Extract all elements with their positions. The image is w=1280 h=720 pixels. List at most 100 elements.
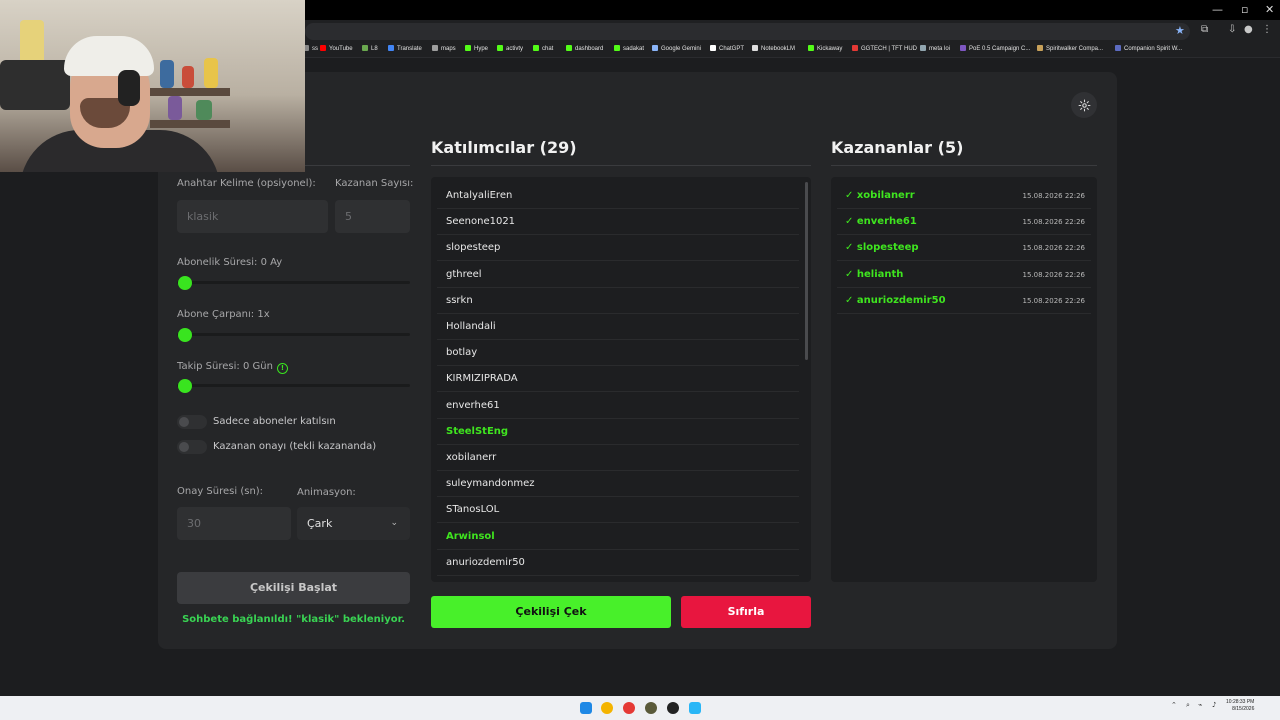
bookmark-item[interactable]: chat: [533, 45, 553, 52]
bookmark-label: Spiritwalker Compa...: [1046, 46, 1104, 52]
bookmark-label: NotebookLM: [761, 46, 796, 52]
sub-duration-slider[interactable]: [177, 281, 410, 284]
bookmark-favicon-icon: [465, 45, 471, 51]
app-icon[interactable]: [623, 702, 635, 714]
winner-date: 15.08.2026 22:26: [1022, 192, 1085, 200]
participant-row[interactable]: anuriozdemir50: [437, 550, 799, 576]
follow-duration-slider-handle[interactable]: [178, 379, 192, 393]
winner-confirm-toggle[interactable]: [177, 440, 207, 454]
bookmark-item[interactable]: maps: [432, 45, 456, 52]
participant-row[interactable]: suleymandonmez: [437, 471, 799, 498]
participant-row[interactable]: botlay: [437, 340, 799, 367]
chevron-up-icon[interactable]: ⌃: [1171, 701, 1177, 709]
mic-icon[interactable]: ⌕: [1186, 701, 1190, 710]
winner-row: ✓ helianth 15.08.2026 22:26: [837, 262, 1091, 288]
menu-icon[interactable]: ⋮: [1262, 24, 1272, 35]
bookmark-item[interactable]: ss: [303, 45, 318, 52]
bookmark-item[interactable]: sadakat: [614, 45, 644, 52]
bookmark-label: sadakat: [623, 46, 645, 52]
bookmark-item[interactable]: NotebookLM: [752, 45, 795, 52]
streamer-cap: [64, 36, 154, 76]
participant-row[interactable]: STanosLOL: [437, 497, 799, 524]
app-icon[interactable]: [667, 702, 679, 714]
webcam-shelf: [150, 88, 230, 96]
winner-date: 15.08.2026 22:26: [1022, 296, 1085, 305]
clock[interactable]: 10:28:33 PM 8/15/2026: [1226, 699, 1254, 713]
bookmark-item[interactable]: Companion Spirit W...: [1115, 45, 1182, 52]
bookmark-item[interactable]: GGTECH | TFT HUD: [852, 45, 917, 52]
bookmark-item[interactable]: Kickaway: [808, 45, 842, 52]
participants-list[interactable]: AntalyaliEren Seenone1021 slopesteep gthree…: [431, 177, 811, 582]
bookmark-label: Kickaway: [817, 46, 843, 52]
maximize-icon[interactable]: ▫: [1241, 3, 1248, 16]
network-icon[interactable]: ⌁: [1198, 701, 1202, 709]
status-message: Sohbete bağlanıldı! "klasik" bekleniyor.: [182, 614, 405, 625]
info-icon[interactable]: !: [276, 363, 288, 374]
bookmark-favicon-icon: [533, 45, 539, 51]
bookmark-item[interactable]: activty: [497, 45, 523, 52]
participant-row[interactable]: ssrkn: [437, 288, 799, 314]
participant-row[interactable]: Arwinsol: [437, 524, 799, 550]
participant-row[interactable]: slopesteep: [437, 235, 799, 262]
bookmark-label: L8: [371, 46, 378, 52]
bookmark-item[interactable]: Spiritwalker Compa...: [1037, 45, 1103, 52]
figurine: [196, 100, 212, 120]
bookmark-item[interactable]: meta loi: [920, 45, 950, 52]
reset-button[interactable]: Sıfırla: [681, 596, 811, 628]
app-icon[interactable]: [645, 702, 657, 714]
participant-row[interactable]: Hollandali: [437, 314, 799, 340]
bookmark-favicon-icon: [362, 45, 368, 51]
minimize-icon[interactable]: —: [1212, 3, 1223, 16]
bookmark-star-icon[interactable]: ★: [1175, 24, 1185, 37]
headset: [118, 70, 140, 106]
bookmark-item[interactable]: dashboard: [566, 45, 603, 52]
figurine: [204, 58, 218, 88]
winner-count-label: Kazanan Sayısı:: [335, 178, 414, 189]
start-menu-icon[interactable]: [580, 702, 592, 714]
confirm-time-input[interactable]: 30: [177, 507, 291, 540]
keyword-label: Anahtar Kelime (opsiyonel):: [177, 178, 316, 189]
bookmark-label: activty: [506, 46, 524, 52]
participant-row[interactable]: enverhe61: [437, 393, 799, 419]
bookmark-favicon-icon: [808, 45, 814, 51]
clock-time: 10:28:33 PM: [1226, 699, 1255, 705]
bookmark-item[interactable]: PoE 0.5 Campaign C...: [960, 45, 1030, 52]
sub-multiplier-slider-handle[interactable]: [178, 328, 192, 342]
participants-scrollbar[interactable]: [805, 182, 808, 360]
close-icon[interactable]: ✕: [1265, 3, 1274, 16]
app-icon[interactable]: [689, 702, 701, 714]
start-giveaway-button[interactable]: Çekilişi Başlat: [177, 572, 410, 604]
figurine: [182, 66, 194, 88]
confirm-time-label: Onay Süresi (sn):: [177, 486, 264, 497]
participant-row[interactable]: Seenone1021: [437, 209, 799, 236]
bookmark-item[interactable]: Translate: [388, 45, 422, 52]
profile-icon[interactable]: ●: [1244, 24, 1253, 35]
follow-duration-slider[interactable]: [177, 384, 410, 387]
participant-row[interactable]: AntalyaliEren: [437, 183, 799, 209]
bookmark-item[interactable]: ChatGPT: [710, 45, 744, 52]
bookmark-favicon-icon: [497, 45, 503, 51]
bookmark-item[interactable]: L8: [362, 45, 378, 52]
extensions-icon[interactable]: ⧉: [1201, 24, 1208, 35]
download-icon[interactable]: ⇩: [1228, 24, 1236, 35]
winner-count-input[interactable]: 5: [335, 200, 410, 233]
sub-duration-slider-handle[interactable]: [178, 276, 192, 290]
sub-multiplier-slider[interactable]: [177, 333, 410, 336]
participant-row[interactable]: SteelStEng: [437, 419, 799, 445]
url-field[interactable]: [305, 23, 1190, 40]
draw-button[interactable]: Çekilişi Çek: [431, 596, 671, 628]
settings-button[interactable]: [1071, 92, 1097, 118]
winners-title: Kazananlar (5): [831, 138, 964, 157]
participant-row[interactable]: gthreel: [437, 262, 799, 288]
volume-icon[interactable]: ♪: [1212, 701, 1216, 709]
subs-only-toggle[interactable]: [177, 415, 207, 429]
bookmark-item[interactable]: Google Gemini: [652, 45, 701, 52]
animation-select[interactable]: Çark ⌄: [297, 507, 410, 540]
participant-row[interactable]: KIRMIZIPRADA: [437, 366, 799, 393]
participants-divider: [431, 165, 811, 166]
bookmark-item[interactable]: YouTube: [320, 45, 353, 52]
chrome-icon[interactable]: [601, 702, 613, 714]
bookmark-item[interactable]: Hype: [465, 45, 488, 52]
keyword-input[interactable]: klasik: [177, 200, 328, 233]
participant-row[interactable]: xobilanerr: [437, 445, 799, 471]
